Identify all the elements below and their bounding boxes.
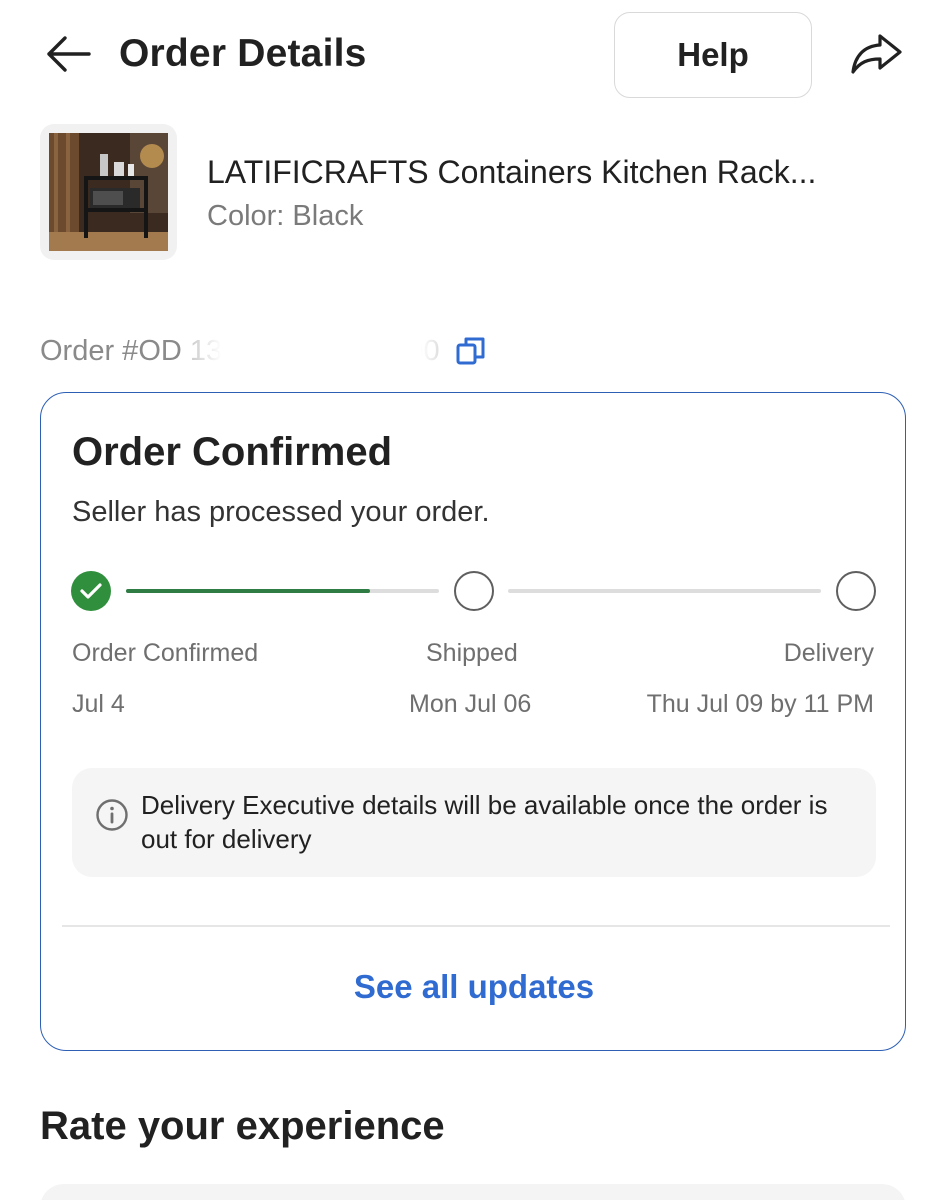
back-button[interactable] [40,30,96,78]
step-delivery-marker [836,571,876,611]
status-subtitle: Seller has processed your order. [72,496,490,528]
rate-section-title: Rate your experience [40,1104,445,1148]
copy-icon [456,337,485,365]
step-label-shipped: Shipped [426,639,518,667]
page-title: Order Details [119,32,367,75]
info-icon-wrap [94,797,130,833]
delivery-info-box: Delivery Executive details will be avail… [72,768,876,877]
step-date-delivery: Thu Jul 09 by 11 PM [646,690,874,718]
step-label-confirmed: Order Confirmed [72,639,259,667]
checkmark-icon [80,583,102,599]
product-thumbnail[interactable] [40,124,177,260]
product-name[interactable]: LATIFICRAFTS Containers Kitchen Rack... [207,152,907,192]
rate-card[interactable] [40,1184,906,1200]
step-date-confirmed: Jul 4 [72,690,125,718]
progress-line-1-fill [126,589,370,593]
order-status-card: Order Confirmed Seller has processed you… [40,392,906,1051]
redaction-overlay [190,327,452,373]
product-variant: Color: Black [207,200,364,232]
card-divider [62,925,890,927]
step-date-shipped: Mon Jul 06 [409,690,532,718]
progress-tracker [71,571,876,613]
info-icon [96,799,128,831]
share-icon [851,34,902,74]
step-confirmed-marker [71,571,111,611]
kitchen-rack-thumbnail [49,133,168,251]
status-title: Order Confirmed [72,430,393,474]
app-header: Order Details Help [0,0,945,110]
help-button[interactable]: Help [614,12,812,98]
share-button[interactable] [844,26,908,82]
progress-line-2-track [508,589,821,593]
delivery-info-text: Delivery Executive details will be avail… [141,790,828,854]
step-label-delivery: Delivery [783,639,874,667]
arrow-left-icon [47,36,91,72]
see-all-updates-link[interactable]: See all updates [41,953,907,1021]
step-shipped-marker [454,571,494,611]
order-id: Order #OD 1333 ··· ·· ·· ··· 400 [40,327,452,373]
order-id-row: Order #OD 1333 ··· ·· ·· ··· 400 [40,327,488,373]
copy-order-id-button[interactable] [454,334,488,368]
product-summary[interactable]: LATIFICRAFTS Containers Kitchen Rack... … [40,124,910,260]
